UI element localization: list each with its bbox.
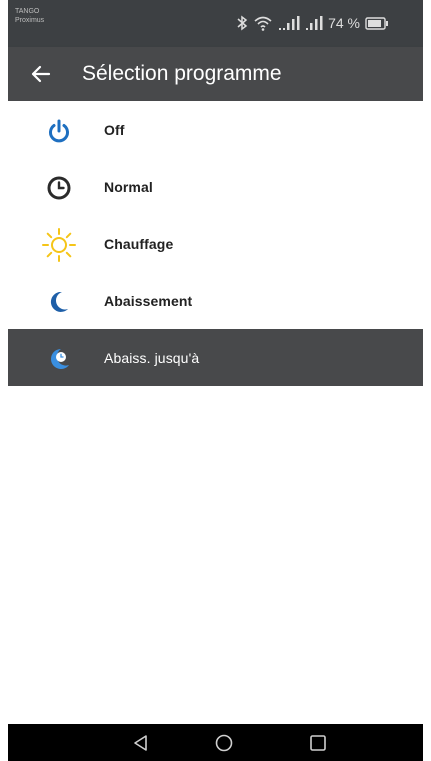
moon-icon [46,289,72,315]
sun-icon [41,227,77,263]
clock-icon [46,175,72,201]
program-item-abaissement[interactable]: Abaissement [8,272,423,329]
status-bar: TANGO Proximus 74 % [8,0,423,47]
status-icons: 74 % [237,14,389,32]
moon-clock-icon [46,346,72,372]
home-circle-icon[interactable] [214,733,234,753]
signal-icon-2 [305,15,323,31]
program-item-normal[interactable]: Normal [8,158,423,215]
phone-screen: TANGO Proximus 74 % Sélection programme … [8,0,423,761]
program-list: Off Normal Chauffage Abaissement Abaiss.… [8,101,423,386]
program-label: Normal [104,179,153,195]
system-nav-bar [8,724,423,761]
program-item-off[interactable]: Off [8,101,423,158]
program-item-chauffage[interactable]: Chauffage [8,215,423,272]
carrier-name: TANGO [15,8,40,15]
battery-icon [365,16,389,30]
app-bar: Sélection programme [8,47,423,101]
bluetooth-icon [237,15,248,31]
page-title: Sélection programme [82,62,282,85]
program-label: Off [104,122,125,138]
wifi-icon [253,15,273,31]
power-icon [46,118,72,144]
program-label: Abaissement [104,293,193,309]
back-triangle-icon[interactable] [131,733,151,753]
carrier-network: Proximus [15,17,45,24]
program-item-abaiss-jusqua[interactable]: Abaiss. jusqu'à [8,329,423,386]
carrier-label: TANGO Proximus [15,7,44,25]
program-label: Abaiss. jusqu'à [104,350,200,366]
back-arrow-icon[interactable] [28,61,54,87]
program-label: Chauffage [104,236,174,252]
signal-icon-1 [278,15,300,31]
battery-percent: 74 % [328,15,360,31]
recents-square-icon[interactable] [308,733,328,753]
